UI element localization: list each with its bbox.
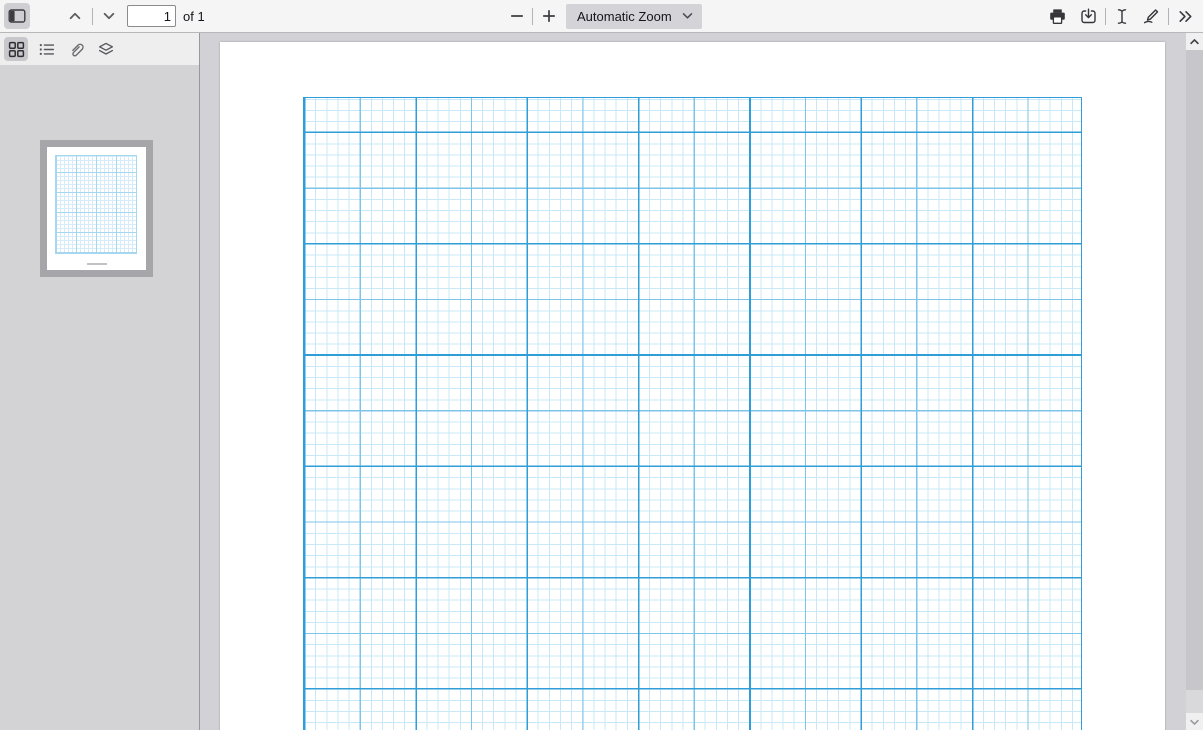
page-number-input[interactable]	[127, 5, 176, 27]
pen-icon	[1142, 8, 1160, 25]
plus-icon	[541, 8, 557, 24]
chevron-up-icon	[67, 8, 83, 24]
draw-tool-button[interactable]	[1138, 3, 1164, 29]
sidebar-header	[0, 33, 200, 65]
save-download-icon	[1080, 8, 1097, 25]
thumbnail-footer-text	[87, 263, 107, 265]
chevron-down-icon	[1189, 718, 1200, 726]
more-tools-button[interactable]	[1173, 3, 1197, 29]
toolbar-separator	[532, 8, 533, 25]
scroll-down-button[interactable]	[1186, 713, 1203, 730]
print-button[interactable]	[1044, 3, 1070, 29]
scroll-up-button[interactable]	[1186, 33, 1203, 50]
page-thumbnail[interactable]	[40, 140, 153, 277]
layers-icon	[97, 41, 115, 58]
thumbnail-graph-grid	[55, 155, 137, 254]
sidebar-divider	[199, 33, 200, 730]
list-icon	[38, 41, 55, 58]
zoom-select-value: Automatic Zoom	[577, 9, 672, 24]
text-cursor-icon	[1115, 8, 1129, 25]
zoom-out-button[interactable]	[504, 3, 530, 29]
pdf-page[interactable]	[220, 42, 1165, 730]
toolbar-separator	[1105, 8, 1106, 25]
sidebar-view-outline-button[interactable]	[34, 37, 58, 61]
zoom-level-select[interactable]: Automatic Zoom	[566, 4, 702, 29]
previous-page-button[interactable]	[63, 3, 87, 29]
paperclip-icon	[68, 41, 85, 58]
chevron-down-icon	[101, 8, 117, 24]
chevron-down-icon	[682, 12, 693, 20]
toggle-sidebar-button[interactable]	[4, 3, 30, 29]
toolbar-separator	[1168, 8, 1169, 25]
vertical-scrollbar[interactable]	[1186, 33, 1203, 730]
scrollbar-thumb[interactable]	[1186, 50, 1203, 690]
graph-paper-grid	[303, 97, 1082, 730]
double-chevron-right-icon	[1177, 9, 1194, 24]
sidebar-view-attachments-button[interactable]	[64, 37, 88, 61]
minus-icon	[509, 8, 525, 24]
thumbnail-panel	[0, 65, 200, 730]
page-count-label: of 1	[183, 0, 205, 32]
viewer-canvas	[200, 33, 1186, 730]
text-selection-tool-button[interactable]	[1109, 3, 1135, 29]
zoom-in-button[interactable]	[536, 3, 562, 29]
sidebar-view-layers-button[interactable]	[94, 37, 118, 61]
grid-squares-icon	[8, 41, 25, 58]
next-page-button[interactable]	[97, 3, 121, 29]
pdf-viewer-app: of 1 Automatic Zoom	[0, 0, 1203, 730]
chevron-up-icon	[1189, 38, 1200, 46]
save-button[interactable]	[1075, 3, 1101, 29]
toolbar: of 1 Automatic Zoom	[0, 0, 1203, 33]
toolbar-separator	[92, 8, 93, 25]
sidebar-toggle-icon	[8, 8, 26, 24]
printer-icon	[1049, 8, 1066, 25]
sidebar-view-thumbnails-button[interactable]	[4, 37, 28, 61]
